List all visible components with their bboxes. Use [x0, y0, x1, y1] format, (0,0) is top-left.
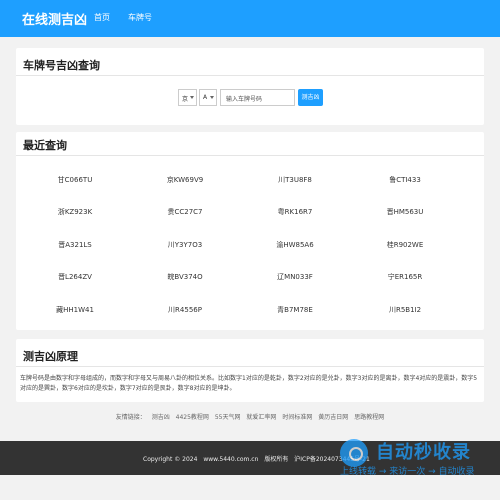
plate-link[interactable]: 桂R902WE [365, 240, 445, 250]
site-logo[interactable]: 在线测吉凶 [22, 9, 87, 28]
divider [16, 75, 484, 76]
plate-link[interactable]: 粤RK16R7 [255, 207, 335, 217]
friend-link[interactable]: 就爱汇率网 [246, 414, 276, 421]
site-domain[interactable]: www.5440.com.cn [203, 456, 258, 463]
plate-number-input[interactable]: 输入车牌号码 [220, 89, 295, 106]
letter-select-value: A [203, 94, 208, 101]
divider [16, 155, 484, 156]
friend-links-label: 友情链接： [115, 414, 146, 421]
plate-link[interactable]: 鲁CTI433 [365, 175, 445, 185]
friend-link[interactable]: 55天气网 [215, 414, 241, 421]
province-select[interactable]: 京 [178, 89, 197, 106]
plate-link[interactable]: 川Y3Y7O3 [145, 240, 225, 250]
principle-text: 车牌号码是由数字和字母组成的，而数字和字母又与周易八卦的相位关系。比如数字1对应… [20, 375, 478, 392]
query-card: 车牌号吉凶查询 [16, 48, 484, 125]
friend-link[interactable]: 测吉凶 [152, 414, 170, 421]
letter-select[interactable]: A [199, 89, 217, 106]
plate-link[interactable]: 川R5B1I2 [365, 305, 445, 315]
friend-link[interactable]: 黄历吉日网 [318, 414, 348, 421]
divider [16, 366, 484, 367]
plate-link[interactable]: 京KW69V9 [145, 175, 225, 185]
recent-card-title: 最近查询 [23, 139, 67, 152]
query-card-title: 车牌号吉凶查询 [23, 59, 100, 72]
plate-link[interactable]: 辽MN033F [255, 272, 335, 282]
rights-reserved: 版权所有 [264, 456, 289, 463]
plate-link[interactable]: 贵CC27C7 [145, 207, 225, 217]
plate-link[interactable]: 晋HM563U [365, 207, 445, 217]
plate-link[interactable]: 藏HH1W41 [35, 305, 115, 315]
friend-links: 友情链接： 测吉凶 4425教程网 55天气网 就爱汇率网 时间标准网 黄历吉日… [0, 412, 500, 421]
plate-link[interactable]: 皖BV374O [145, 272, 225, 282]
friend-link[interactable]: 4425教程网 [176, 414, 209, 421]
plate-link[interactable]: 甘C066TU [35, 175, 115, 185]
plate-link[interactable]: 晋L264ZV [35, 272, 115, 282]
principle-card-title: 测吉凶原理 [23, 350, 78, 363]
query-button[interactable]: 测吉凶 [298, 89, 323, 106]
plate-link[interactable]: 川R4556P [145, 305, 225, 315]
friend-link[interactable]: 思路教程网 [354, 414, 384, 421]
watermark-icon [340, 439, 368, 467]
chevron-down-icon [210, 96, 214, 99]
nav-item-plate[interactable]: 车牌号 [128, 12, 152, 23]
nav-item-home[interactable]: 首页 [94, 12, 110, 23]
friend-link[interactable]: 时间标准网 [282, 414, 312, 421]
plate-link[interactable]: 宁ER165R [365, 272, 445, 282]
plate-link[interactable]: 川T3U8F8 [255, 175, 335, 185]
recent-card: 最近查询 [16, 132, 484, 330]
copyright: Copyright © 2024 [143, 456, 198, 463]
top-navbar: 在线测吉凶 首页 车牌号 [0, 0, 500, 37]
chevron-down-icon [190, 96, 194, 99]
watermark-subtitle: 上线转载 → 来访一次 → 自动收录 [340, 467, 475, 477]
plate-link[interactable]: 晋A321LS [35, 240, 115, 250]
watermark-title: 自动秒收录 [376, 442, 471, 463]
plate-link[interactable]: 青B7M78E [255, 305, 335, 315]
province-select-value: 京 [182, 96, 189, 103]
plate-link[interactable]: 浙KZ923K [35, 207, 115, 217]
watermark-logo: 自动秒收录 上线转载 → 来访一次 → 自动收录 [338, 437, 498, 481]
plate-link[interactable]: 渝HW85A6 [255, 240, 335, 250]
